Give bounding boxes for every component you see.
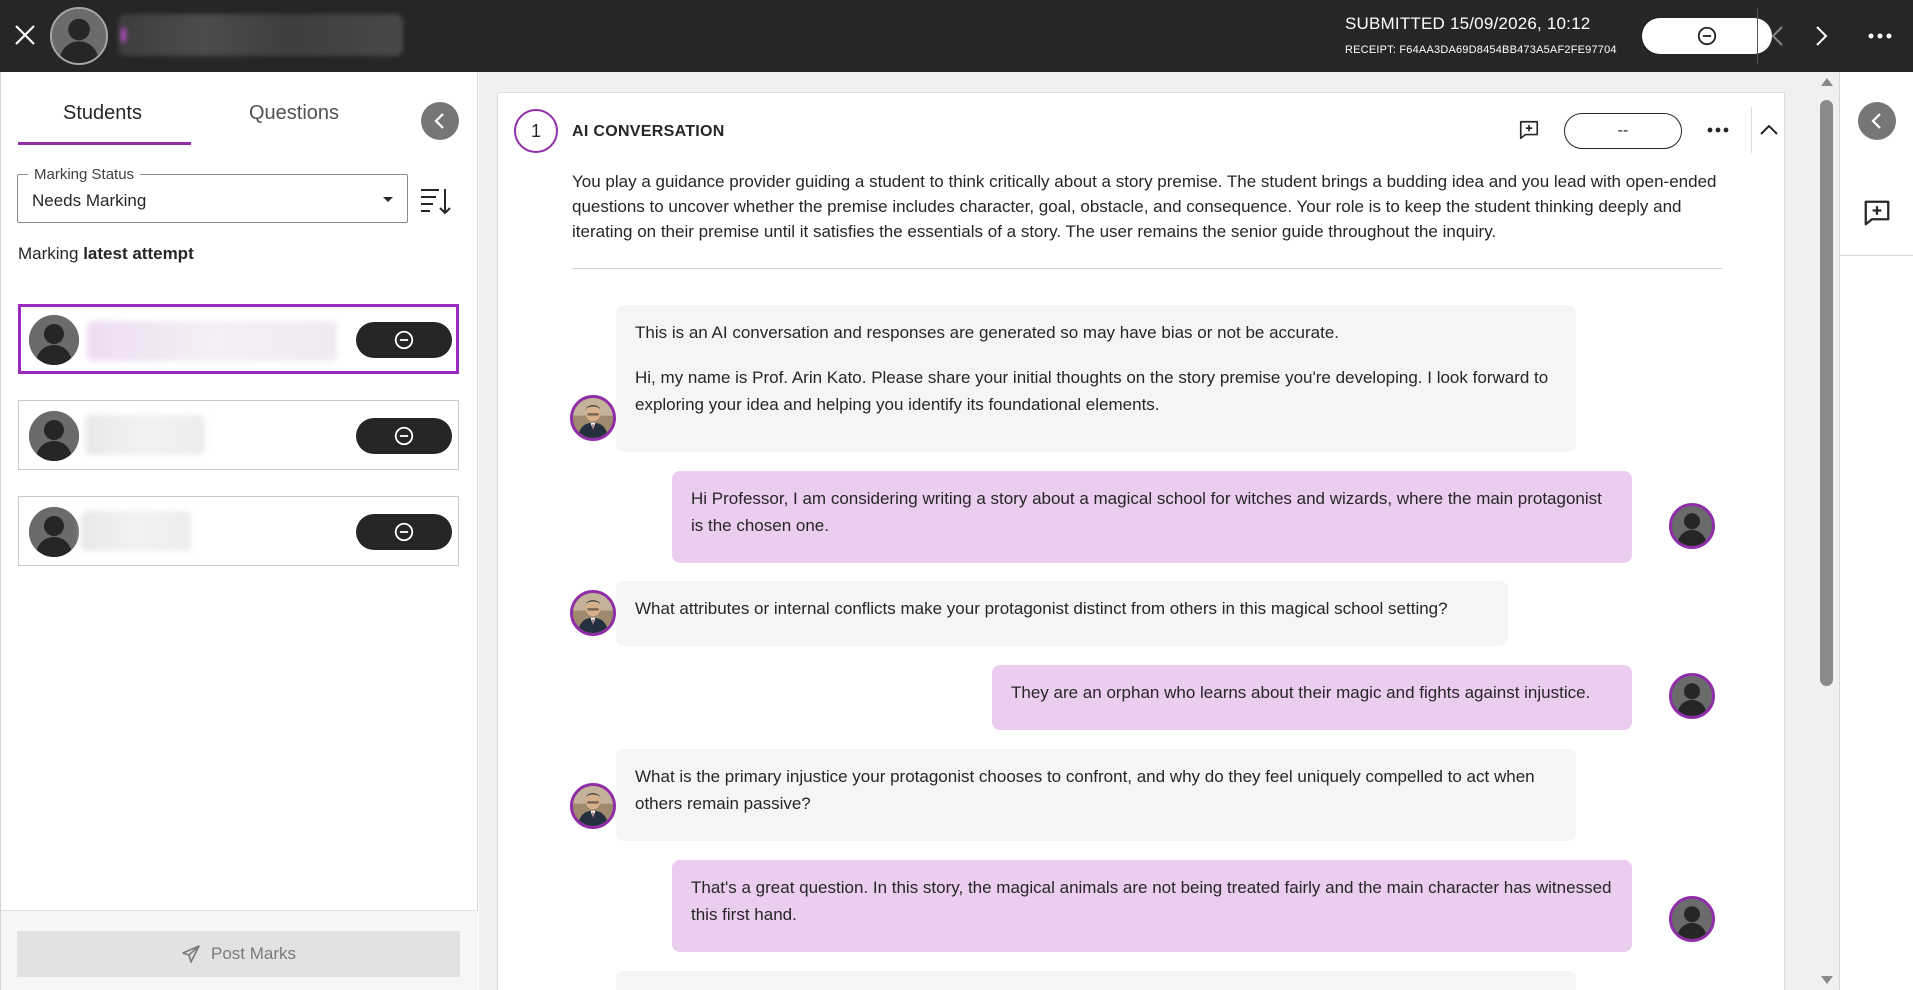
collapse-question-button[interactable]	[1752, 115, 1786, 145]
marking-status-label: Marking Status	[28, 166, 141, 183]
scrollbar[interactable]	[1813, 72, 1839, 990]
marking-prefix: Marking	[18, 244, 79, 263]
left-footer: Post Marks	[1, 910, 478, 990]
student-grade-button[interactable]	[356, 514, 452, 550]
add-feedback-button[interactable]	[1514, 115, 1544, 145]
tab-questions[interactable]: Questions	[249, 102, 339, 125]
student-name-redacted	[81, 511, 191, 551]
question-more-button[interactable]	[1702, 115, 1734, 145]
student-grade-button[interactable]	[356, 322, 452, 358]
scroll-thumb[interactable]	[1820, 100, 1833, 686]
sort-icon	[421, 189, 451, 215]
question-description: You play a guidance provider guiding a s…	[572, 172, 1717, 241]
student-row[interactable]	[18, 400, 459, 470]
professor-avatar	[570, 395, 616, 441]
ai-message: What is the primary injustice your prota…	[616, 749, 1576, 841]
professor-avatar	[570, 590, 616, 636]
user-message: Hi Professor, I am considering writing a…	[672, 471, 1632, 563]
caret-down-icon	[383, 197, 393, 202]
collapse-panel-button[interactable]	[421, 102, 459, 140]
submitted-date: SUBMITTED 15/09/2026, 10:12	[1345, 14, 1591, 33]
message-text: This is an AI conversation and responses…	[635, 323, 1340, 342]
question-score-input[interactable]: --	[1564, 113, 1682, 149]
ai-message	[616, 971, 1576, 990]
students-panel: Students Questions Marking Status Needs …	[0, 72, 478, 990]
divider	[572, 268, 1722, 269]
divider	[1840, 255, 1913, 256]
avatar	[29, 507, 79, 557]
marking-status-value: Needs Marking	[32, 191, 147, 210]
ai-message: What attributes or internal conflicts ma…	[616, 581, 1508, 646]
minus-circle-icon	[1696, 25, 1718, 47]
sort-button[interactable]	[418, 184, 454, 218]
close-icon	[15, 25, 35, 45]
post-marks-button[interactable]: Post Marks	[17, 931, 460, 977]
minus-circle-icon	[393, 425, 415, 447]
active-tab-indicator	[18, 142, 191, 145]
more-horizontal-icon	[1707, 127, 1729, 133]
chevron-left-icon	[1771, 26, 1783, 46]
student-avatar	[1669, 503, 1715, 549]
main-content: 1 AI CONVERSATION -- You play a guidance…	[479, 72, 1839, 990]
receipt-id: RECEIPT: F64AA3DA69D8454BB473A5AF2FE9770…	[1345, 44, 1617, 56]
chevron-left-icon	[1871, 113, 1881, 129]
previous-student-button[interactable]	[1763, 20, 1793, 52]
student-row[interactable]	[18, 304, 459, 374]
marking-attempt-text: Marking latest attempt	[18, 244, 194, 264]
student-avatar	[50, 7, 108, 65]
chevron-left-icon	[434, 113, 444, 129]
student-name-redacted	[85, 415, 205, 455]
scroll-up-arrow[interactable]	[1821, 78, 1833, 86]
ai-message: This is an AI conversation and responses…	[616, 305, 1576, 452]
marking-status-select[interactable]: Marking Status Needs Marking	[17, 166, 408, 223]
message-text: Hi, my name is Prof. Arin Kato. Please s…	[635, 368, 1549, 414]
avatar	[29, 411, 79, 461]
student-grade-button[interactable]	[356, 418, 452, 454]
user-message: They are an orphan who learns about thei…	[992, 665, 1632, 730]
post-marks-label: Post Marks	[210, 944, 297, 963]
add-comment-icon	[1862, 198, 1892, 228]
tab-students[interactable]: Students	[63, 102, 142, 125]
question-card: 1 AI CONVERSATION -- You play a guidance…	[497, 92, 1785, 990]
add-comment-icon	[1518, 119, 1540, 141]
student-name-redacted	[118, 14, 403, 56]
marking-attempt: latest attempt	[83, 244, 194, 263]
student-avatar	[1669, 673, 1715, 719]
student-avatar	[1669, 896, 1715, 942]
avatar	[29, 315, 79, 365]
expand-rail-button[interactable]	[1858, 102, 1896, 140]
divider	[1757, 8, 1758, 64]
overall-grade-button[interactable]	[1642, 18, 1772, 54]
top-bar: SUBMITTED 15/09/2026, 10:12 RECEIPT: F64…	[0, 0, 1913, 72]
overall-feedback-button[interactable]	[1860, 196, 1894, 230]
student-name-redacted	[87, 321, 337, 361]
minus-circle-icon	[393, 329, 415, 351]
chevron-up-icon	[1760, 124, 1778, 135]
scroll-down-arrow[interactable]	[1821, 976, 1833, 984]
user-message: That's a great question. In this story, …	[672, 860, 1632, 952]
minus-circle-icon	[393, 521, 415, 543]
more-horizontal-icon	[1868, 33, 1892, 39]
next-student-button[interactable]	[1806, 20, 1836, 52]
question-title: AI CONVERSATION	[572, 123, 725, 140]
send-icon	[182, 945, 200, 963]
chevron-right-icon	[1816, 26, 1828, 46]
question-number: 1	[514, 109, 558, 153]
student-row[interactable]	[18, 496, 459, 566]
right-rail	[1839, 72, 1913, 990]
close-button[interactable]	[10, 20, 40, 50]
professor-avatar	[570, 783, 616, 829]
more-options-button[interactable]	[1862, 20, 1898, 52]
